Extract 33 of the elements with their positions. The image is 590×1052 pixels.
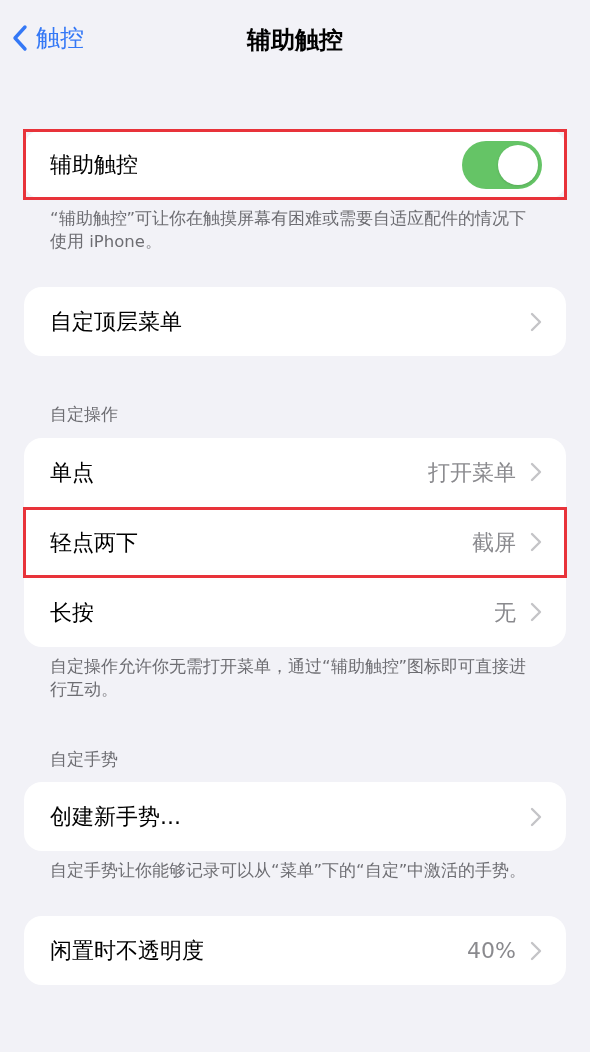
toggle-switch[interactable] xyxy=(462,140,542,189)
row-label: 辅助触控 xyxy=(50,151,139,179)
section-header: 自定手势 xyxy=(49,747,119,771)
chevron-icon xyxy=(530,806,542,827)
row-value: 40% xyxy=(467,937,516,965)
section-footer: 自定手势让你能够记录可以从“菜单”下的“自定”中激活的手势。 xyxy=(24,851,566,882)
chevron-icon xyxy=(530,602,542,622)
settings-row[interactable]: 辅助触控 xyxy=(24,130,566,199)
section-header: 自定操作 xyxy=(49,403,119,426)
chevron-icon xyxy=(530,311,542,332)
row-value: 无 xyxy=(494,598,516,627)
row-label: 创建新手势... xyxy=(50,803,182,831)
row-label: 长按 xyxy=(50,598,95,627)
section-footer: “辅助触控”可让你在触摸屏幕有困难或需要自适应配件的情况下使用 iPhone。 xyxy=(24,199,566,253)
settings-row[interactable]: 创建新手势... xyxy=(24,782,566,851)
row-label: 轻点两下 xyxy=(50,528,139,557)
settings-row[interactable]: 轻点两下 截屏 xyxy=(24,507,566,577)
section-footer: 自定操作允许你无需打开菜单，通过“辅助触控”图标即可直接进行互动。 xyxy=(24,646,566,701)
chevron-icon xyxy=(530,462,542,482)
chevron-icon xyxy=(530,940,542,961)
settings-row[interactable]: 长按 无 xyxy=(24,577,566,647)
row-label: 单点 xyxy=(50,458,95,487)
back-chevron-icon xyxy=(12,24,28,52)
chevron-icon xyxy=(530,532,542,552)
row-label: 闲置时不透明度 xyxy=(50,937,205,965)
row-value: 截屏 xyxy=(472,528,516,557)
settings-row[interactable]: 单点 打开菜单 xyxy=(24,437,566,507)
row-label: 自定顶层菜单 xyxy=(50,308,183,336)
screen-title: 辅助触控 xyxy=(247,25,343,56)
row-value: 打开菜单 xyxy=(428,458,516,487)
settings-row[interactable]: 自定顶层菜单 xyxy=(24,287,566,356)
back-button[interactable]: 触控 xyxy=(12,20,84,56)
settings-row[interactable]: 闲置时不透明度 40% xyxy=(24,916,566,985)
